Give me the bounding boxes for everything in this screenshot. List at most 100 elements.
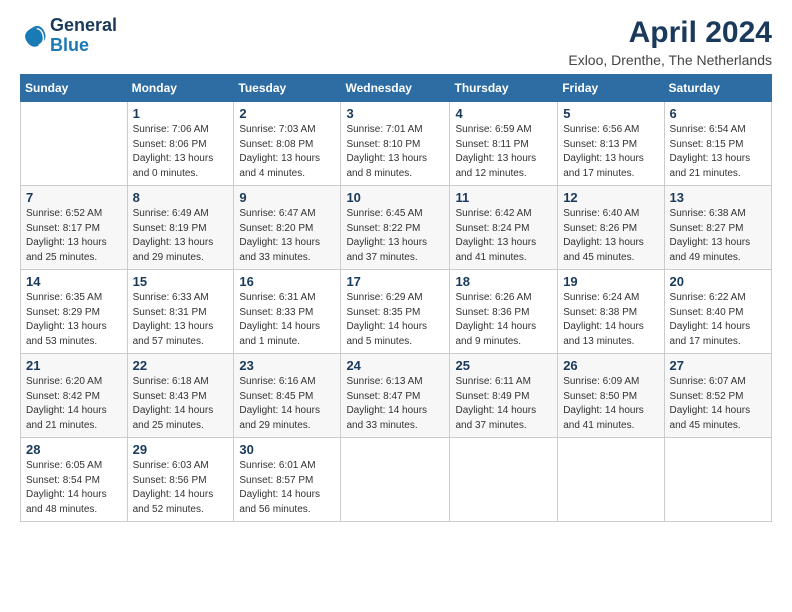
cell-w0-d6: 6Sunrise: 6:54 AMSunset: 8:15 PMDaylight… xyxy=(664,102,771,186)
day-number: 26 xyxy=(563,358,658,373)
cell-w0-d1: 1Sunrise: 7:06 AMSunset: 8:06 PMDaylight… xyxy=(127,102,234,186)
week-row-4: 28 Sunrise: 6:05 AMSunset: 8:54 PMDayligh… xyxy=(21,438,772,522)
cell-w3-d6: 27 Sunrise: 6:07 AMSunset: 8:52 PMDayligh… xyxy=(664,354,771,438)
day-info: Sunrise: 6:16 AMSunset: 8:45 PMDaylight:… xyxy=(239,375,335,433)
cell-w4-d5 xyxy=(558,438,664,522)
day-number: 30 xyxy=(239,442,335,457)
main-title: April 2024 xyxy=(568,16,772,50)
day-number: 10 xyxy=(346,190,444,205)
day-info: Sunrise: 6:11 AMSunset: 8:49 PMDaylight:… xyxy=(455,375,552,433)
day-number: 2 xyxy=(239,106,335,121)
logo-text: General Blue xyxy=(50,16,117,56)
day-number: 23 xyxy=(239,358,335,373)
cell-w4-d4 xyxy=(450,438,558,522)
day-number: 3 xyxy=(346,106,444,121)
day-info: Sunrise: 6:56 AMSunset: 8:13 PMDaylight:… xyxy=(563,123,658,181)
col-tuesday: Tuesday xyxy=(234,75,341,102)
header-row: Sunday Monday Tuesday Wednesday Thursday… xyxy=(21,75,772,102)
day-number: 1 xyxy=(133,106,229,121)
cell-w1-d3: 10 Sunrise: 6:45 AMSunset: 8:22 PMDayligh… xyxy=(341,186,450,270)
cell-w3-d4: 25 Sunrise: 6:11 AMSunset: 8:49 PMDayligh… xyxy=(450,354,558,438)
day-info: Sunrise: 6:54 AMSunset: 8:15 PMDaylight:… xyxy=(670,123,766,181)
day-number: 22 xyxy=(133,358,229,373)
cell-w2-d4: 18 Sunrise: 6:26 AMSunset: 8:36 PMDayligh… xyxy=(450,270,558,354)
day-info: Sunrise: 6:22 AMSunset: 8:40 PMDaylight:… xyxy=(670,291,766,349)
logo-icon xyxy=(20,22,48,50)
day-number: 9 xyxy=(239,190,335,205)
day-number: 24 xyxy=(346,358,444,373)
day-number: 11 xyxy=(455,190,552,205)
day-number: 29 xyxy=(133,442,229,457)
cell-w2-d0: 14Sunrise: 6:35 AMSunset: 8:29 PMDayligh… xyxy=(21,270,128,354)
day-info: Sunrise: 6:59 AMSunset: 8:11 PMDaylight:… xyxy=(455,123,552,181)
cell-w2-d2: 16 Sunrise: 6:31 AMSunset: 8:33 PMDayligh… xyxy=(234,270,341,354)
day-number: 16 xyxy=(239,274,335,289)
day-info: Sunrise: 7:03 AMSunset: 8:08 PMDaylight:… xyxy=(239,123,335,181)
cell-w0-d2: 2 Sunrise: 7:03 AMSunset: 8:08 PMDaylight… xyxy=(234,102,341,186)
day-number: 27 xyxy=(670,358,766,373)
cell-w1-d4: 11Sunrise: 6:42 AMSunset: 8:24 PMDayligh… xyxy=(450,186,558,270)
day-info: Sunrise: 6:07 AMSunset: 8:52 PMDaylight:… xyxy=(670,375,766,433)
week-row-2: 14Sunrise: 6:35 AMSunset: 8:29 PMDayligh… xyxy=(21,270,772,354)
day-info: Sunrise: 6:24 AMSunset: 8:38 PMDaylight:… xyxy=(563,291,658,349)
logo: General Blue xyxy=(20,16,117,56)
day-number: 12 xyxy=(563,190,658,205)
cell-w2-d1: 15 Sunrise: 6:33 AMSunset: 8:31 PMDayligh… xyxy=(127,270,234,354)
day-info: Sunrise: 6:52 AMSunset: 8:17 PMDaylight:… xyxy=(26,207,122,265)
cell-w3-d1: 22 Sunrise: 6:18 AMSunset: 8:43 PMDayligh… xyxy=(127,354,234,438)
day-number: 13 xyxy=(670,190,766,205)
day-number: 4 xyxy=(455,106,552,121)
col-saturday: Saturday xyxy=(664,75,771,102)
col-thursday: Thursday xyxy=(450,75,558,102)
week-row-1: 7 Sunrise: 6:52 AMSunset: 8:17 PMDaylight… xyxy=(21,186,772,270)
day-info: Sunrise: 6:38 AMSunset: 8:27 PMDaylight:… xyxy=(670,207,766,265)
header: General Blue April 2024 Exloo, Drenthe, … xyxy=(20,16,772,68)
day-info: Sunrise: 6:45 AMSunset: 8:22 PMDaylight:… xyxy=(346,207,444,265)
cell-w1-d2: 9 Sunrise: 6:47 AMSunset: 8:20 PMDaylight… xyxy=(234,186,341,270)
day-number: 17 xyxy=(346,274,444,289)
day-number: 14 xyxy=(26,274,122,289)
day-info: Sunrise: 6:18 AMSunset: 8:43 PMDaylight:… xyxy=(133,375,229,433)
cell-w2-d3: 17 Sunrise: 6:29 AMSunset: 8:35 PMDayligh… xyxy=(341,270,450,354)
cell-w3-d2: 23 Sunrise: 6:16 AMSunset: 8:45 PMDayligh… xyxy=(234,354,341,438)
cell-w4-d3 xyxy=(341,438,450,522)
day-info: Sunrise: 6:47 AMSunset: 8:20 PMDaylight:… xyxy=(239,207,335,265)
cell-w0-d5: 5 Sunrise: 6:56 AMSunset: 8:13 PMDaylight… xyxy=(558,102,664,186)
cell-w4-d0: 28 Sunrise: 6:05 AMSunset: 8:54 PMDayligh… xyxy=(21,438,128,522)
day-number: 25 xyxy=(455,358,552,373)
logo-general: General xyxy=(50,15,117,35)
day-info: Sunrise: 6:29 AMSunset: 8:35 PMDaylight:… xyxy=(346,291,444,349)
day-number: 8 xyxy=(133,190,229,205)
day-info: Sunrise: 6:01 AMSunset: 8:57 PMDaylight:… xyxy=(239,459,335,517)
day-info: Sunrise: 6:03 AMSunset: 8:56 PMDaylight:… xyxy=(133,459,229,517)
title-area: April 2024 Exloo, Drenthe, The Netherlan… xyxy=(568,16,772,68)
logo-blue: Blue xyxy=(50,35,89,55)
cell-w1-d1: 8 Sunrise: 6:49 AMSunset: 8:19 PMDaylight… xyxy=(127,186,234,270)
day-info: Sunrise: 6:20 AMSunset: 8:42 PMDaylight:… xyxy=(26,375,122,433)
day-info: Sunrise: 6:31 AMSunset: 8:33 PMDaylight:… xyxy=(239,291,335,349)
week-row-3: 21 Sunrise: 6:20 AMSunset: 8:42 PMDayligh… xyxy=(21,354,772,438)
day-info: Sunrise: 6:26 AMSunset: 8:36 PMDaylight:… xyxy=(455,291,552,349)
day-number: 15 xyxy=(133,274,229,289)
day-info: Sunrise: 6:49 AMSunset: 8:19 PMDaylight:… xyxy=(133,207,229,265)
cell-w4-d2: 30 Sunrise: 6:01 AMSunset: 8:57 PMDayligh… xyxy=(234,438,341,522)
day-number: 5 xyxy=(563,106,658,121)
day-number: 21 xyxy=(26,358,122,373)
col-wednesday: Wednesday xyxy=(341,75,450,102)
day-number: 20 xyxy=(670,274,766,289)
day-info: Sunrise: 6:13 AMSunset: 8:47 PMDaylight:… xyxy=(346,375,444,433)
cell-w4-d1: 29 Sunrise: 6:03 AMSunset: 8:56 PMDayligh… xyxy=(127,438,234,522)
cell-w1-d0: 7 Sunrise: 6:52 AMSunset: 8:17 PMDaylight… xyxy=(21,186,128,270)
day-info: Sunrise: 6:40 AMSunset: 8:26 PMDaylight:… xyxy=(563,207,658,265)
subtitle: Exloo, Drenthe, The Netherlands xyxy=(568,52,772,68)
cell-w3-d3: 24 Sunrise: 6:13 AMSunset: 8:47 PMDayligh… xyxy=(341,354,450,438)
day-number: 28 xyxy=(26,442,122,457)
cell-w1-d5: 12 Sunrise: 6:40 AMSunset: 8:26 PMDayligh… xyxy=(558,186,664,270)
day-info: Sunrise: 6:05 AMSunset: 8:54 PMDaylight:… xyxy=(26,459,122,517)
cell-w2-d5: 19Sunrise: 6:24 AMSunset: 8:38 PMDayligh… xyxy=(558,270,664,354)
day-info: Sunrise: 6:33 AMSunset: 8:31 PMDaylight:… xyxy=(133,291,229,349)
cell-w0-d3: 3Sunrise: 7:01 AMSunset: 8:10 PMDaylight… xyxy=(341,102,450,186)
day-number: 18 xyxy=(455,274,552,289)
day-number: 7 xyxy=(26,190,122,205)
week-row-0: 1Sunrise: 7:06 AMSunset: 8:06 PMDaylight… xyxy=(21,102,772,186)
